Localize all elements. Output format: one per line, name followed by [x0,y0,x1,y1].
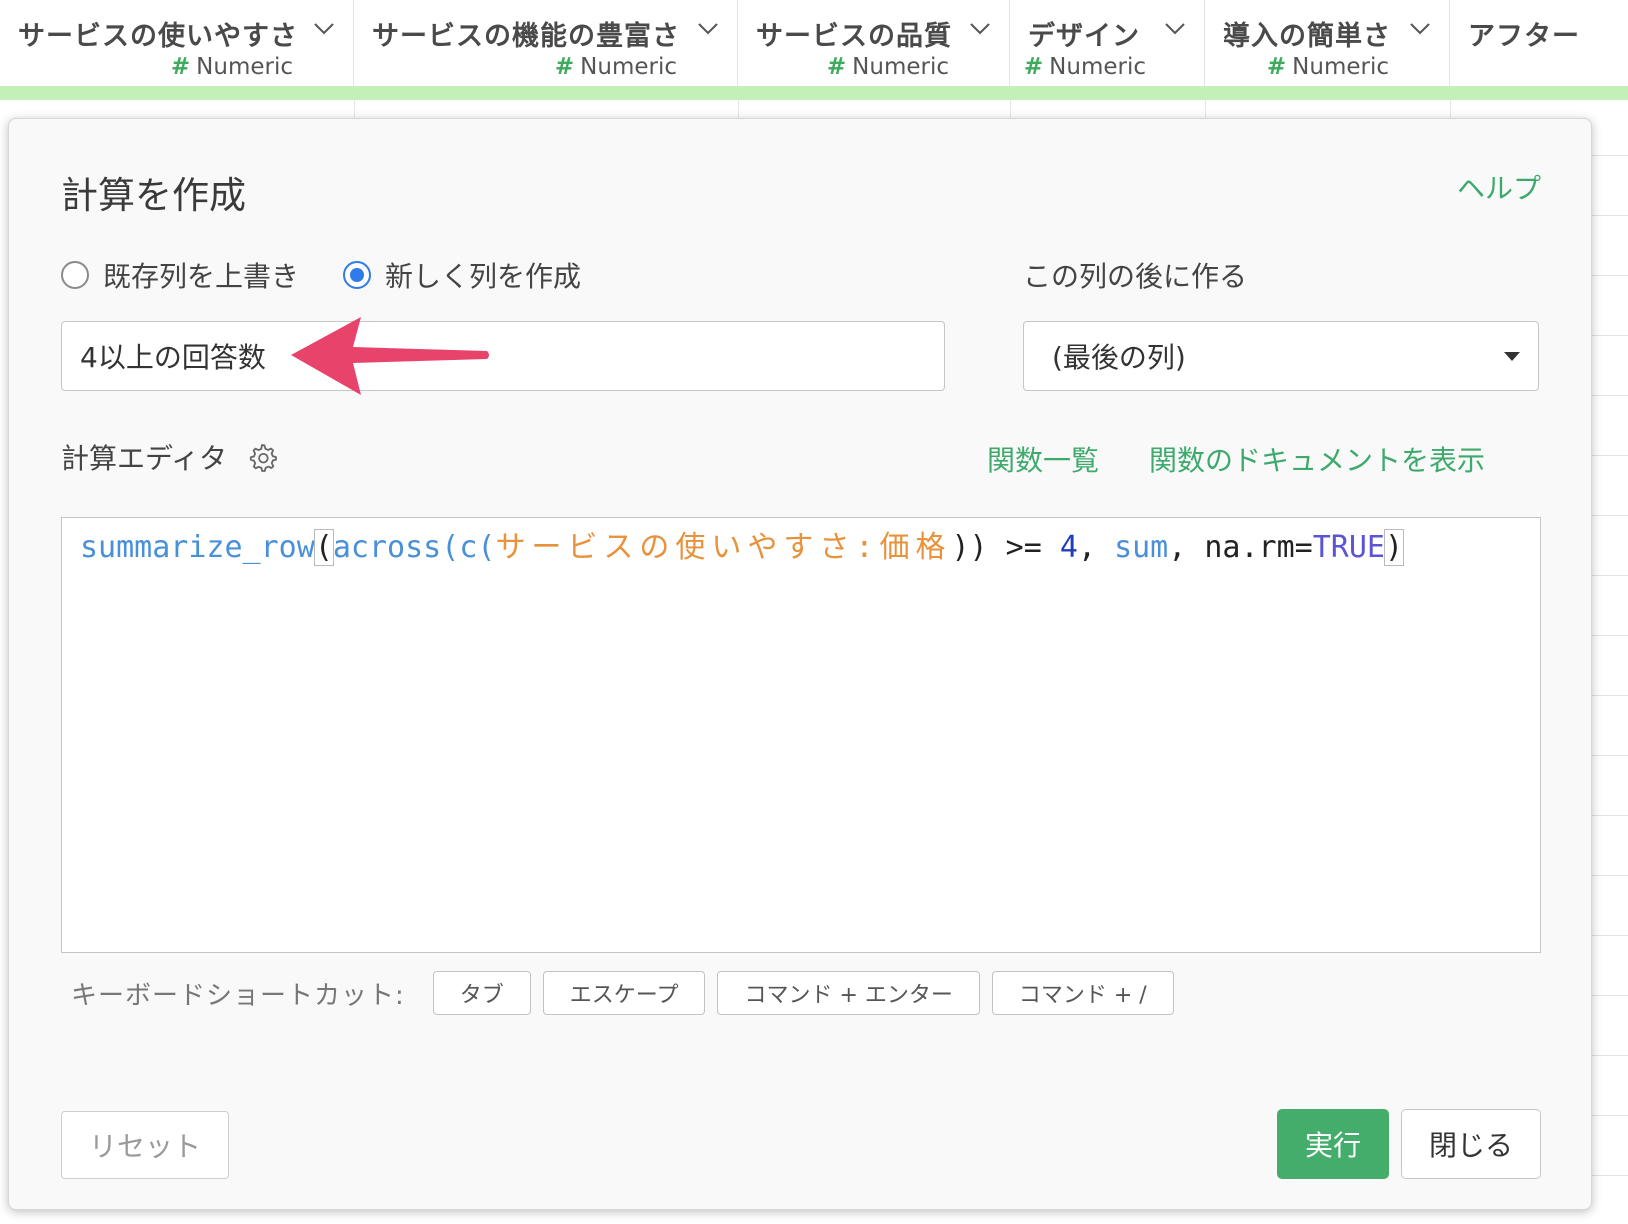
shortcut-label: キーボードショートカット: [71,980,405,1011]
run-button[interactable]: 実行 [1277,1109,1389,1179]
column-header[interactable]: サービスの品質 # Numeric [738,0,1010,86]
radio-label: 既存列を上書き [103,260,300,293]
code-column-range: サービスの使いやすさ:価格 [495,530,952,565]
column-type: # Numeric [1023,54,1146,80]
chevron-down-icon[interactable] [1164,22,1186,36]
grid-line [1590,1175,1628,1176]
insert-after-select[interactable]: (最後の列) [1023,321,1539,391]
column-type: # Numeric [826,54,949,80]
grid-line [1590,1055,1628,1056]
code-keyword: TRUE [1312,530,1385,565]
grid-line [1590,215,1628,216]
grid-line [1590,635,1628,636]
column-type: # Numeric [554,54,677,80]
column-title: サービスの品質 [756,21,952,52]
chevron-down-icon[interactable] [969,22,991,36]
code-paren: ( [477,530,496,565]
grid-line [1590,395,1628,396]
insert-after-value: (最後の列) [1052,341,1186,374]
shortcut-tab-button[interactable]: タブ [432,971,531,1015]
annotation-arrow-icon [291,317,489,395]
radio-unchecked-icon[interactable] [61,261,89,289]
chevron-down-icon[interactable] [1409,22,1431,36]
code-argument: na.rm= [1204,530,1313,565]
function-docs-link[interactable]: 関数のドキュメントを表示 [1149,439,1485,479]
code-comma: , [1168,530,1205,565]
column-type: # Numeric [1266,54,1389,80]
code-line: summarize_row(across(c(サービスの使いやすさ:価格)) >… [80,528,1522,568]
grid-line [1450,100,1451,120]
grid-line [1590,335,1628,336]
column-name-value: 4以上の回答数 [80,341,266,374]
gear-icon[interactable] [247,442,277,472]
column-title: サービスの機能の豊富さ [372,21,680,52]
column-header[interactable]: デザイン # Numeric [1010,0,1205,86]
code-function: across [332,530,442,565]
chevron-down-icon[interactable] [697,22,719,36]
create-calculation-dialog: 計算を作成 ヘルプ 既存列を上書き 新しく列を作成 この列の後に作る 4以上の回… [8,118,1592,1210]
code-paren-open: ( [313,529,334,566]
grid-line [1590,455,1628,456]
calculation-code-editor[interactable]: summarize_row(across(c(サービスの使いやすさ:価格)) >… [61,517,1541,953]
grid-line [1590,935,1628,936]
code-paren: ( [441,530,460,565]
column-header[interactable]: 導入の簡単さ # Numeric [1205,0,1450,86]
radio-checked-icon[interactable] [343,261,372,289]
grid-line [1590,515,1628,516]
chevron-down-icon[interactable] [313,22,335,36]
column-header[interactable]: サービスの使いやすさ # Numeric [0,0,354,86]
shortcut-escape-button[interactable]: エスケープ [542,971,706,1015]
grid-line [1590,755,1628,756]
grid-line [1590,575,1628,576]
shortcut-cmd-enter-button[interactable]: コマンド + エンター [717,971,980,1015]
code-comma: , [1077,530,1115,565]
function-list-link[interactable]: 関数一覧 [987,439,1099,479]
column-header-row: サービスの使いやすさ # Numeric サービスの機能の豊富さ # Numeric… [0,0,1628,86]
editor-label-row: 計算エディタ [61,437,277,477]
code-function: sum [1114,530,1169,565]
close-button[interactable]: 閉じる [1401,1109,1541,1179]
grid-line [1590,995,1628,996]
code-number: 4 [1059,530,1078,565]
grid-line [1590,875,1628,876]
dialog-title: 計算を作成 [61,174,246,217]
reset-button[interactable]: リセット [61,1111,229,1179]
grid-line [1590,815,1628,816]
hash-icon: # [554,54,575,80]
mode-radio-group: 既存列を上書き 新しく列を作成 [61,255,625,295]
grid-line [738,100,739,120]
keyboard-shortcuts: キーボードショートカット: タブ エスケープ コマンド + エンター コマンド … [71,971,1186,1015]
grid-line [1590,155,1628,156]
code-paren-close: ) [1383,529,1405,566]
radio-label: 新しく列を作成 [385,260,582,293]
column-header[interactable]: アフター [1450,0,1628,86]
column-title: アフター [1468,21,1580,52]
hash-icon: # [1266,54,1287,80]
column-quality-bar [0,86,1628,100]
grid-line [1010,100,1011,120]
code-operator: >= [987,530,1060,565]
column-type: # Numeric [170,54,293,80]
hash-icon: # [1023,54,1044,80]
grid-line [1590,695,1628,696]
help-link[interactable]: ヘルプ [1457,167,1541,207]
new-column-radio[interactable]: 新しく列を作成 [343,255,581,295]
column-title: 導入の簡単さ [1223,21,1391,52]
overwrite-column-radio[interactable]: 既存列を上書き [61,255,299,295]
shortcut-cmd-slash-button[interactable]: コマンド + / [991,971,1174,1015]
hash-icon: # [826,54,847,80]
column-title: サービスの使いやすさ [18,21,298,52]
grid-line [1205,100,1206,120]
grid-line [1590,275,1628,276]
code-function: c [459,530,478,565]
caret-down-icon [1504,351,1520,361]
grid-line [1590,1115,1628,1116]
grid-line [354,100,355,120]
column-header[interactable]: サービスの機能の豊富さ # Numeric [354,0,738,86]
editor-label: 計算エディタ [61,442,228,475]
code-function: summarize_row [80,530,315,565]
code-paren: )) [951,530,988,565]
hash-icon: # [170,54,191,80]
insert-after-label: この列の後に作る [1023,260,1248,293]
